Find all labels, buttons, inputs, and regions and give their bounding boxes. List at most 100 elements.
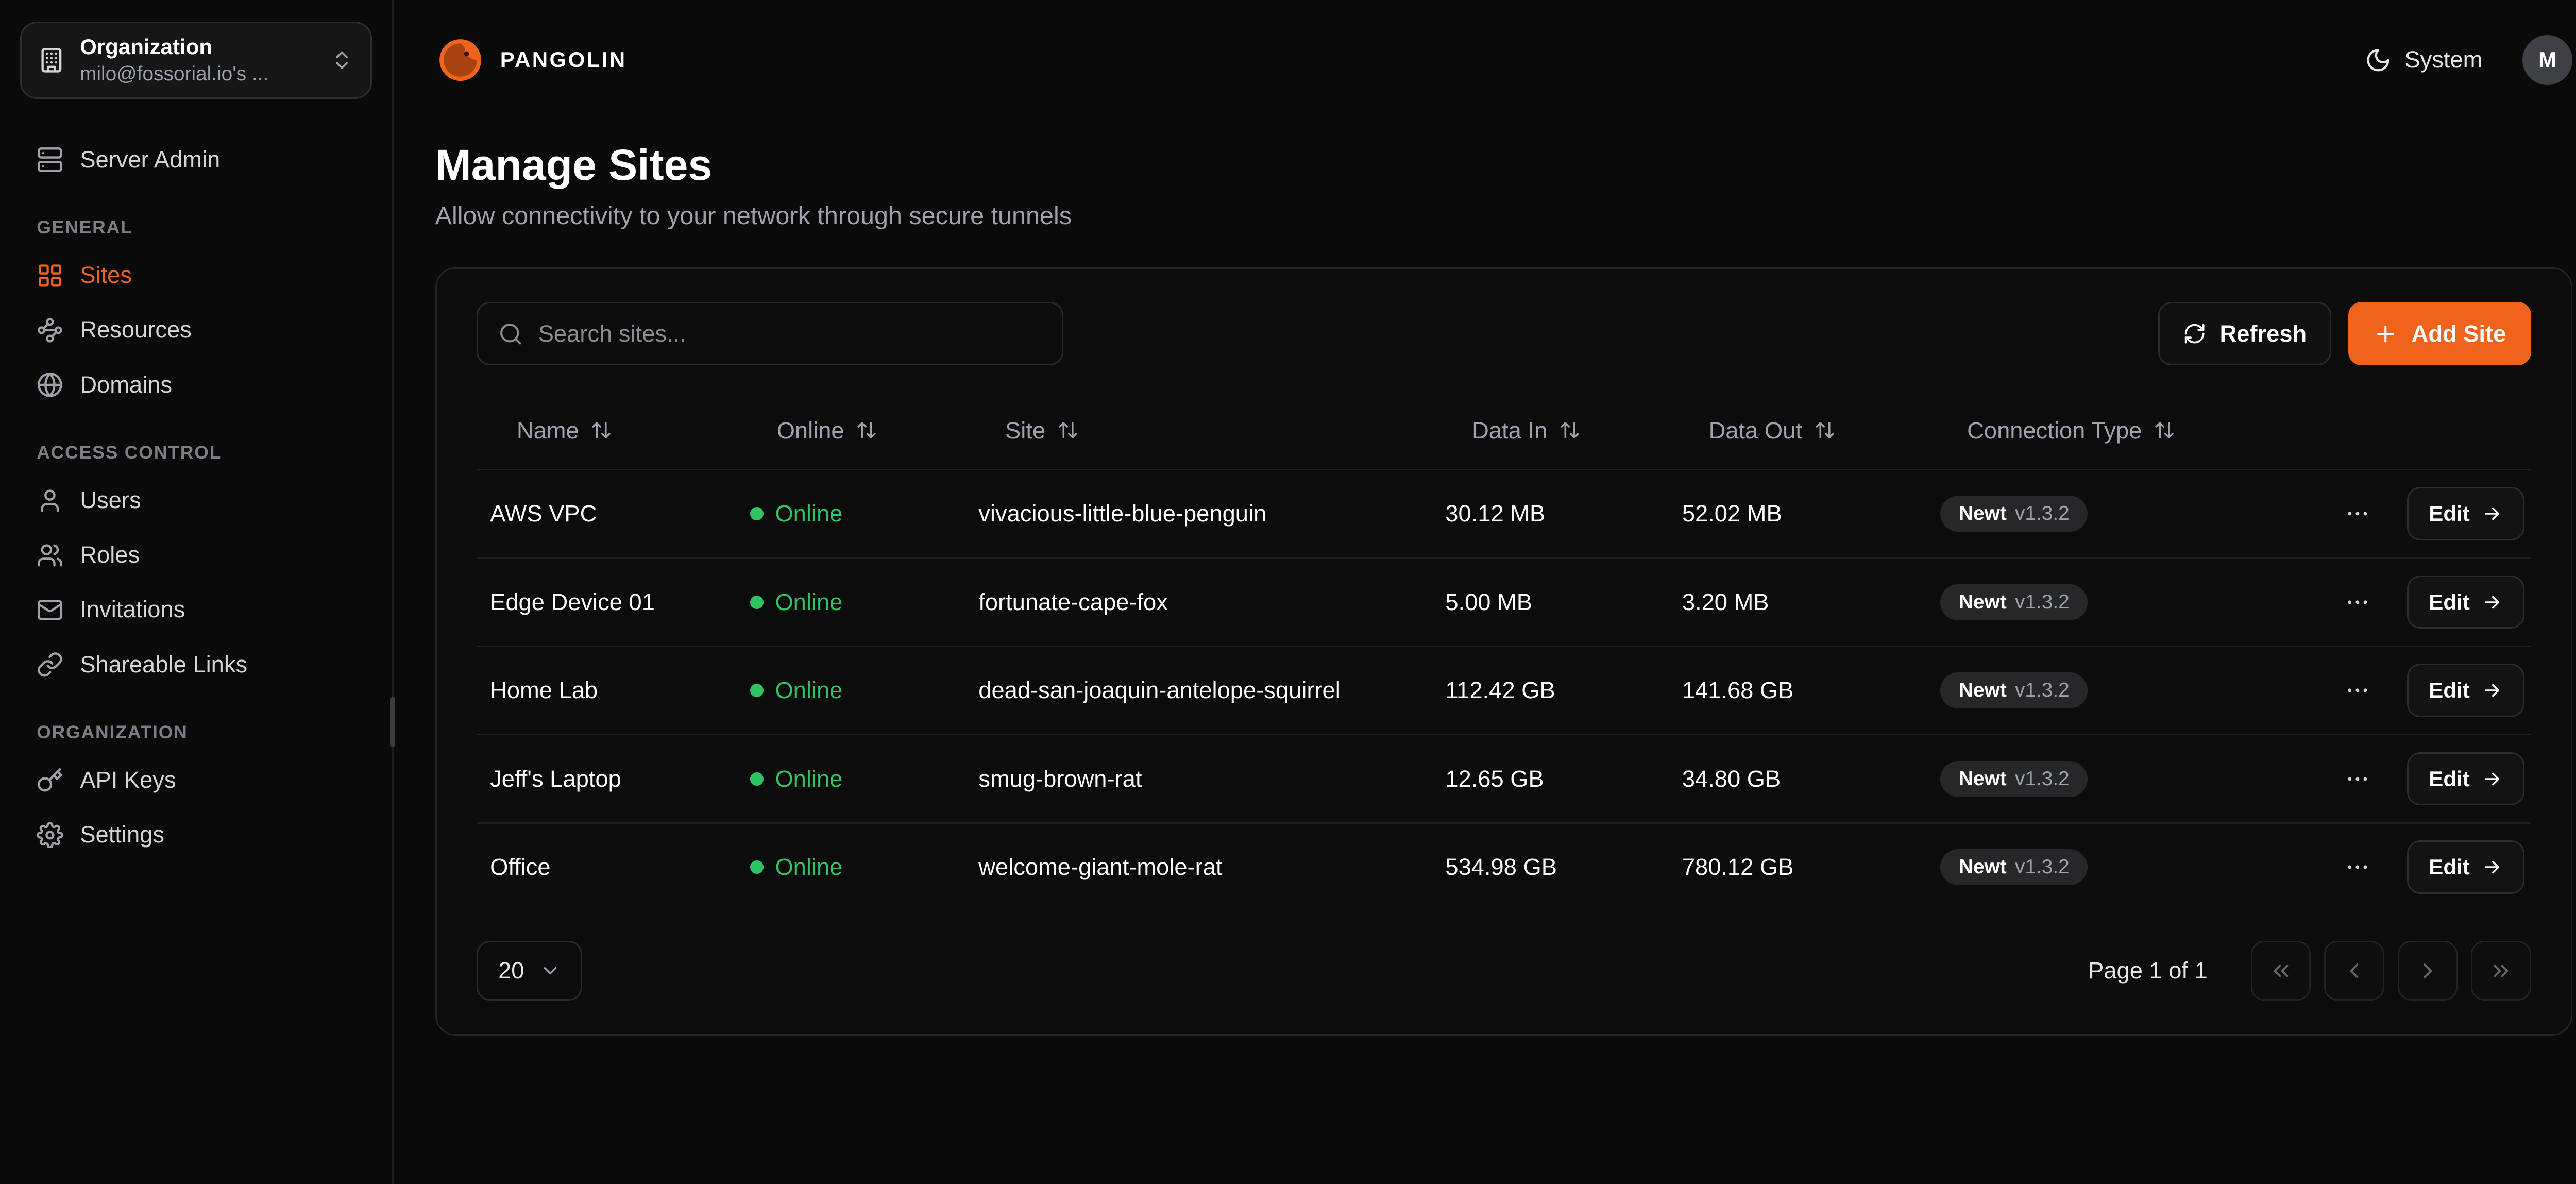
sidebar-item-api-keys[interactable]: API Keys xyxy=(20,753,372,807)
edit-label: Edit xyxy=(2429,590,2469,615)
column-label: Online xyxy=(777,417,844,444)
column-header-connection-type[interactable]: Connection Type xyxy=(1940,417,2341,444)
org-title: Organization xyxy=(80,33,315,61)
table-footer: 20 Page 1 of 1 xyxy=(477,941,2531,1001)
edit-button[interactable]: Edit xyxy=(2407,664,2524,717)
page-size-value: 20 xyxy=(498,957,524,984)
link-icon xyxy=(37,651,63,678)
online-label: Online xyxy=(775,854,842,881)
org-subtitle: milo@fossorial.io's ... xyxy=(80,61,315,87)
globe-icon xyxy=(37,371,63,398)
section-label-access-control: ACCESS CONTROL xyxy=(37,442,355,463)
cell-online: Online xyxy=(750,854,978,881)
ellipsis-icon xyxy=(2344,677,2371,704)
online-dot xyxy=(750,596,764,609)
waypoints-icon xyxy=(37,317,63,344)
edit-button[interactable]: Edit xyxy=(2407,487,2524,540)
arrow-right-icon xyxy=(2481,591,2503,613)
table-header-row: Name Online Site Data In Data Out Connec… xyxy=(477,392,2531,469)
column-label: Site xyxy=(1005,417,1045,444)
table-row: Edge Device 01 Online fortunate-cape-fox… xyxy=(477,557,2531,646)
sort-icon xyxy=(856,419,877,441)
theme-toggle[interactable]: System xyxy=(2365,46,2483,73)
org-selector[interactable]: Organization milo@fossorial.io's ... xyxy=(20,22,372,99)
add-site-button[interactable]: Add Site xyxy=(2348,302,2531,365)
pager-buttons xyxy=(2251,941,2531,1001)
brand-name: PANGOLIN xyxy=(500,47,627,72)
section-label-organization: ORGANIZATION xyxy=(37,722,355,743)
sidebar-item-domains[interactable]: Domains xyxy=(20,358,372,412)
chevron-down-icon xyxy=(539,960,561,982)
online-label: Online xyxy=(775,500,842,527)
sidebar-item-shareable-links[interactable]: Shareable Links xyxy=(20,637,372,692)
client-name: Newt xyxy=(1959,679,2007,702)
arrow-right-icon xyxy=(2481,856,2503,878)
cell-site: fortunate-cape-fox xyxy=(978,589,1445,616)
edit-button[interactable]: Edit xyxy=(2407,840,2524,894)
page-size-select[interactable]: 20 xyxy=(477,941,582,1001)
client-name: Newt xyxy=(1959,502,2007,525)
sidebar-item-users[interactable]: Users xyxy=(20,473,372,528)
cell-data-out: 3.20 MB xyxy=(1682,589,1941,616)
column-header-online[interactable]: Online xyxy=(750,417,978,444)
row-actions: Edit xyxy=(2341,664,2524,717)
chevron-left-icon xyxy=(2342,958,2367,984)
client-version: v1.3.2 xyxy=(2015,856,2070,878)
cell-online: Online xyxy=(750,500,978,527)
connection-badge: Newtv1.3.2 xyxy=(1940,584,2088,620)
next-page-button[interactable] xyxy=(2398,941,2458,1001)
row-actions: Edit xyxy=(2341,840,2524,894)
column-header-data-out[interactable]: Data Out xyxy=(1682,417,1941,444)
first-page-button[interactable] xyxy=(2251,941,2311,1001)
sidebar-scrollbar[interactable] xyxy=(390,697,395,747)
cell-online: Online xyxy=(750,766,978,792)
row-menu-button[interactable] xyxy=(2341,585,2374,619)
table-row: Home Lab Online dead-san-joaquin-antelop… xyxy=(477,646,2531,734)
refresh-button[interactable]: Refresh xyxy=(2158,302,2331,365)
sort-icon xyxy=(1814,419,1836,441)
sidebar-item-resources[interactable]: Resources xyxy=(20,303,372,358)
sort-icon xyxy=(1057,419,1079,441)
sites-card: Refresh Add Site Name Online Site Data I… xyxy=(435,267,2573,1036)
cell-online: Online xyxy=(750,677,978,704)
sidebar-item-sites[interactable]: Sites xyxy=(20,248,372,302)
row-menu-button[interactable] xyxy=(2341,762,2374,796)
column-header-data-in[interactable]: Data In xyxy=(1445,417,1682,444)
row-menu-button[interactable] xyxy=(2341,851,2374,884)
row-menu-button[interactable] xyxy=(2341,497,2374,531)
sidebar-item-settings[interactable]: Settings xyxy=(20,808,372,862)
sidebar-item-label: Domains xyxy=(80,371,172,399)
edit-button[interactable]: Edit xyxy=(2407,576,2524,629)
search-input[interactable] xyxy=(538,320,1042,347)
sidebar-item-label: Users xyxy=(80,486,141,514)
sidebar-item-label: Roles xyxy=(80,541,140,569)
column-label: Connection Type xyxy=(1967,417,2142,444)
column-header-name[interactable]: Name xyxy=(490,417,750,444)
client-name: Newt xyxy=(1959,768,2007,790)
cell-name: Edge Device 01 xyxy=(490,589,750,616)
column-header-site[interactable]: Site xyxy=(978,417,1445,444)
sidebar-item-invitations[interactable]: Invitations xyxy=(20,583,372,637)
cell-site: welcome-giant-mole-rat xyxy=(978,854,1445,881)
user-icon xyxy=(37,487,63,514)
avatar[interactable]: M xyxy=(2522,35,2572,85)
row-menu-button[interactable] xyxy=(2341,674,2374,707)
cell-data-in: 12.65 GB xyxy=(1445,766,1682,792)
online-dot xyxy=(750,684,764,697)
section-label-general: GENERAL xyxy=(37,217,355,238)
table-row: Jeff's Laptop Online smug-brown-rat 12.6… xyxy=(477,734,2531,822)
sidebar-item-server-admin[interactable]: Server Admin xyxy=(20,132,372,187)
cell-name: AWS VPC xyxy=(490,500,750,527)
sidebar-item-label: Shareable Links xyxy=(80,651,247,679)
page-header: Manage Sites Allow connectivity to your … xyxy=(394,120,2576,230)
prev-page-button[interactable] xyxy=(2324,941,2384,1001)
app-window: Organization milo@fossorial.io's ... Ser… xyxy=(0,0,2576,1184)
sidebar-item-roles[interactable]: Roles xyxy=(20,528,372,582)
server-icon xyxy=(37,146,63,173)
page-title: Manage Sites xyxy=(435,140,2573,190)
edit-button[interactable]: Edit xyxy=(2407,752,2524,806)
cell-site: dead-san-joaquin-antelope-squirrel xyxy=(978,677,1445,704)
last-page-button[interactable] xyxy=(2471,941,2531,1001)
pangolin-logo-icon xyxy=(435,35,485,85)
connection-badge: Newtv1.3.2 xyxy=(1940,761,2088,797)
